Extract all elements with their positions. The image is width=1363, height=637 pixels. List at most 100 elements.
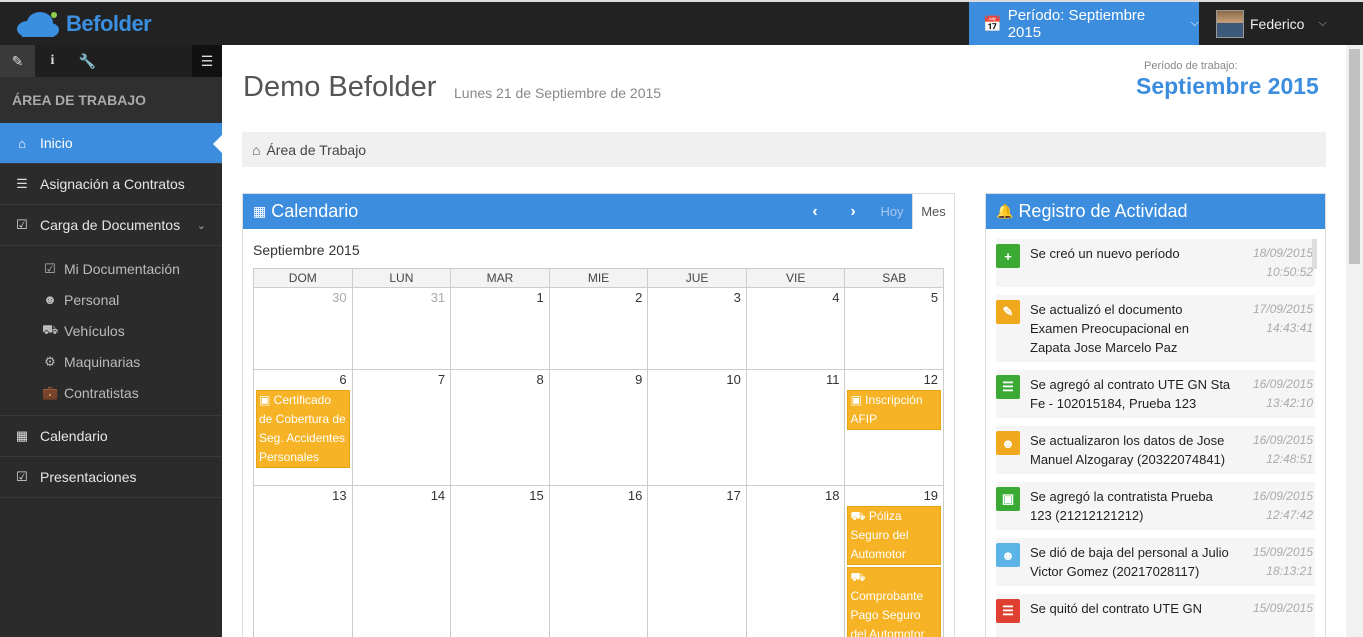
chevron-down-icon: ⌄ bbox=[196, 219, 206, 232]
activity-scrollbar[interactable] bbox=[1312, 239, 1317, 269]
calendar-day-cell[interactable]: 19 ⛟ Póliza Seguro del Automotor ⛟ Comprob… bbox=[845, 486, 943, 637]
main-content: Demo Befolder Lunes 21 de Septiembre de … bbox=[222, 45, 1346, 637]
period-button-label: Período: Septiembre 2015 bbox=[1007, 6, 1146, 41]
truck-icon: ⛟ bbox=[850, 509, 869, 523]
calendar-day-cell[interactable]: 2 bbox=[550, 288, 649, 369]
calendar-day-cell[interactable]: 5 bbox=[845, 288, 943, 369]
activity-date: 16/09/2015 bbox=[1252, 489, 1313, 503]
calendar-week-row: 6 ▣ Certificado de Cobertura de Seg. Acci… bbox=[253, 370, 944, 486]
sidebar-item-label: Calendario bbox=[40, 428, 108, 444]
calendar-event[interactable]: ⛟ Póliza Seguro del Automotor bbox=[847, 506, 942, 565]
sidebar-subitem-personal[interactable]: ☻ Personal bbox=[0, 284, 222, 315]
sidebar-item-label: Presentaciones bbox=[40, 469, 137, 485]
chevron-right-icon[interactable]: › bbox=[834, 203, 872, 221]
chevron-left-icon[interactable]: ‹ bbox=[796, 203, 834, 221]
sidebar-subitem-mi-documentacion[interactable]: ☑ Mi Documentación bbox=[0, 253, 222, 284]
activity-item: + Se creó un nuevo período 18/09/2015 10:50… bbox=[996, 239, 1315, 287]
topbar: Befolder 📅 Período: Septiembre 2015 ⌵ Fe… bbox=[0, 0, 1363, 45]
activity-panel-header: 🔔 Registro de Actividad bbox=[986, 194, 1325, 229]
gears-icon: ⚙ bbox=[44, 353, 56, 369]
calendar-event[interactable]: ▣ Certificado de Cobertura de Seg. Accid… bbox=[256, 390, 350, 468]
sidebar-item-presentaciones[interactable]: ☑ Presentaciones bbox=[0, 457, 222, 498]
sidebar-submenu: ☑ Mi Documentación ☻ Personal ⛟ Vehículo… bbox=[0, 246, 222, 416]
activity-text: Se agregó al contrato UTE GN Sta Fe - 10… bbox=[1030, 377, 1231, 411]
calendar-day-cell[interactable]: 18 bbox=[747, 486, 846, 637]
calendar-nav: ‹ › Hoy Mes bbox=[796, 194, 954, 229]
calendar-day-cell[interactable]: 13 bbox=[254, 486, 353, 637]
calendar-day-cell[interactable]: 30 bbox=[254, 288, 353, 369]
activity-time: 13:42:10 bbox=[1266, 396, 1313, 410]
sidebar-item-calendario[interactable]: ▦ Calendario bbox=[0, 416, 222, 457]
home-icon[interactable]: ⌂ bbox=[252, 142, 260, 158]
scrollbar-thumb[interactable] bbox=[1349, 49, 1360, 264]
calendar-event[interactable]: ▣ Inscripción AFIP bbox=[847, 390, 942, 430]
day-number: 2 bbox=[635, 290, 643, 305]
activity-list[interactable]: + Se creó un nuevo período 18/09/2015 10:50… bbox=[986, 229, 1325, 637]
calendar-icon: ▦ bbox=[15, 428, 29, 443]
calendar-day-cell[interactable]: 1 bbox=[451, 288, 550, 369]
check-square-icon: ☑ bbox=[16, 217, 28, 232]
period-dropdown-button[interactable]: 📅 Período: Septiembre 2015 ⌵ bbox=[969, 2, 1199, 45]
month-view-button[interactable]: Mes bbox=[912, 194, 954, 229]
day-number: 7 bbox=[437, 372, 446, 387]
weekday-label: DOM bbox=[254, 269, 353, 287]
day-number: 10 bbox=[726, 372, 741, 387]
activity-item: ☰ Se quitó del contrato UTE GN 15/09/2015 bbox=[996, 594, 1315, 637]
activity-date: 18/09/2015 bbox=[1252, 246, 1313, 260]
calendar-day-cell[interactable]: 9 bbox=[550, 370, 649, 485]
sidebar-heading: ÁREA DE TRABAJO bbox=[0, 77, 222, 123]
day-number: 8 bbox=[536, 372, 544, 387]
sidebar-subitem-contratistas[interactable]: 💼 Contratistas bbox=[0, 377, 222, 408]
calendar-day-cell[interactable]: 6 ▣ Certificado de Cobertura de Seg. Acci… bbox=[254, 370, 353, 485]
activity-text: Se creó un nuevo período bbox=[1030, 246, 1180, 261]
breadcrumb: ⌂ Área de Trabajo bbox=[242, 132, 1326, 167]
sidebar-subitem-maquinarias[interactable]: ⚙ Maquinarias bbox=[0, 346, 222, 377]
calendar-event[interactable]: ⛟ Comprobante Pago Seguro del Automotor bbox=[847, 567, 942, 637]
home-icon: ⌂ bbox=[18, 135, 26, 151]
activity-time: 10:50:52 bbox=[1266, 265, 1313, 279]
weekday-label: VIE bbox=[747, 269, 846, 287]
calendar-day-cell[interactable]: 11 bbox=[747, 370, 846, 485]
calendar-day-cell[interactable]: 7 bbox=[353, 370, 452, 485]
app-logo[interactable]: Befolder bbox=[14, 8, 152, 40]
sidebar-item-label: Inicio bbox=[40, 135, 73, 151]
bell-icon: 🔔 bbox=[996, 203, 1014, 219]
calendar-day-cell[interactable]: 4 bbox=[747, 288, 846, 369]
calendar-day-cell[interactable]: 12 ▣ Inscripción AFIP bbox=[845, 370, 943, 485]
calendar-day-cell[interactable]: 16 bbox=[550, 486, 649, 637]
calendar-day-cell[interactable]: 17 bbox=[648, 486, 747, 637]
sidebar-item-carga-documentos[interactable]: ☑ Carga de Documentos ⌄ bbox=[0, 205, 222, 246]
sidebar-item-inicio[interactable]: ⌂ Inicio bbox=[0, 123, 222, 164]
day-number: 11 bbox=[825, 372, 840, 387]
briefcase-icon: ▣ bbox=[996, 487, 1020, 511]
sidebar-subitem-vehiculos[interactable]: ⛟ Vehículos bbox=[0, 315, 222, 346]
sidebar-tabs: ✎ i 🔧 ☰ bbox=[0, 45, 222, 77]
info-icon[interactable]: i bbox=[35, 45, 70, 77]
work-period-label: Período de trabajo: bbox=[1144, 60, 1238, 72]
activity-item: ▣ Se agregó la contratista Prueba 123 (21… bbox=[996, 482, 1315, 530]
page-scrollbar[interactable] bbox=[1346, 45, 1363, 637]
activity-timestamp: 15/09/2015 18:13:21 bbox=[1235, 543, 1315, 581]
calendar-day-cell[interactable]: 3 bbox=[648, 288, 747, 369]
user-menu-button[interactable]: Federico ⌵ bbox=[1206, 2, 1346, 45]
calendar-panel: ▦ Calendario ‹ › Hoy Mes Septiembre 2015… bbox=[242, 193, 955, 637]
activity-item: ✎ Se actualizó el documento Examen Preocu… bbox=[996, 295, 1315, 362]
sidebar-subitem-label: Vehículos bbox=[64, 322, 125, 339]
activity-timestamp: 16/09/2015 12:47:42 bbox=[1235, 487, 1315, 525]
breadcrumb-item[interactable]: Área de Trabajo bbox=[266, 142, 366, 158]
edit-icon[interactable]: ✎ bbox=[0, 45, 35, 77]
calendar-day-cell[interactable]: 15 bbox=[451, 486, 550, 637]
sidebar-item-label: Carga de Documentos bbox=[40, 217, 181, 233]
wrench-icon[interactable]: 🔧 bbox=[70, 45, 105, 77]
today-button[interactable]: Hoy bbox=[872, 204, 912, 219]
sidebar-item-asignacion-contratos[interactable]: ☰ Asignación a Contratos bbox=[0, 164, 222, 205]
sidebar-subitem-label: Mi Documentación bbox=[64, 260, 180, 277]
hamburger-menu-icon[interactable]: ☰ bbox=[192, 45, 222, 77]
calendar-day-cell[interactable]: 31 bbox=[353, 288, 452, 369]
activity-date: 15/09/2015 bbox=[1252, 545, 1313, 559]
calendar-day-cell[interactable]: 8 bbox=[451, 370, 550, 485]
calendar-check-icon: ☑ bbox=[16, 469, 28, 484]
calendar-check-icon: 📅 bbox=[983, 15, 1002, 33]
calendar-day-cell[interactable]: 14 bbox=[353, 486, 452, 637]
calendar-day-cell[interactable]: 10 bbox=[648, 370, 747, 485]
